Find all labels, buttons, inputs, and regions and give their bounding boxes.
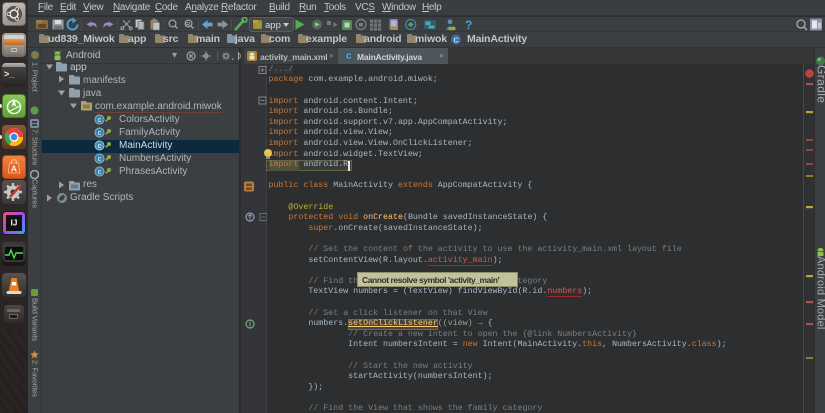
svg-text:R: R <box>186 22 190 28</box>
svg-text:?: ? <box>465 18 472 32</box>
svg-text:×: × <box>439 52 444 61</box>
svg-text:C: C <box>346 52 352 61</box>
svg-text:C: C <box>453 35 459 44</box>
svg-text:IJ: IJ <box>11 219 18 228</box>
svg-text:app: app <box>265 20 281 31</box>
svg-text:A: A <box>11 164 17 174</box>
svg-text:×: × <box>329 52 334 61</box>
